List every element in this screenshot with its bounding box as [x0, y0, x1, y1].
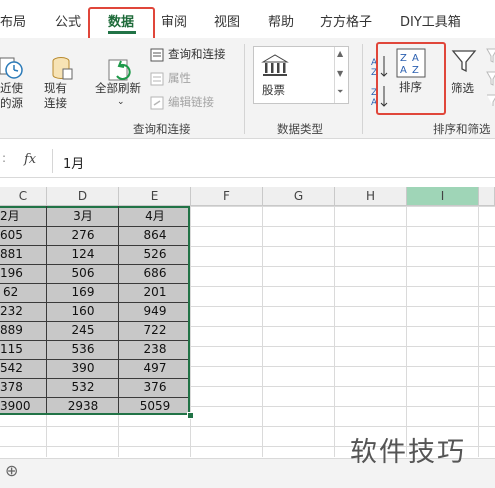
table-cell[interactable]: 378 — [0, 378, 30, 397]
formula-bar: : fx 1月 — [0, 147, 495, 178]
table-cell-total[interactable]: 3900 — [0, 397, 40, 416]
recent-sources-label-1: 近使 — [0, 81, 23, 95]
tab-fangfang[interactable]: 方方格子 — [320, 0, 372, 38]
table-cell-total[interactable]: 5059 — [119, 397, 191, 416]
database-icon — [52, 57, 73, 80]
column-header-next[interactable] — [479, 187, 495, 206]
table-cell[interactable]: 506 — [47, 264, 119, 283]
chevron-down-icon: ⌄ — [117, 97, 125, 107]
table-cell[interactable]: 722 — [119, 321, 191, 340]
link-icon — [150, 96, 164, 110]
group-label-queries: 查询和连接 — [133, 122, 191, 136]
column-header-f[interactable]: F — [191, 187, 263, 206]
column-header-d[interactable]: D — [47, 187, 119, 206]
refresh-all-label: 全部刷新 — [95, 81, 141, 95]
edit-links-button[interactable]: 编辑链接 — [150, 95, 230, 111]
table-cell[interactable]: 201 — [119, 283, 191, 302]
table-cell[interactable]: 686 — [119, 264, 191, 283]
tab-formulas[interactable]: 公式 — [55, 0, 81, 38]
queries-connections-label: 查询和连接 — [168, 47, 226, 61]
formula-value: 1月 — [63, 157, 85, 172]
scroll-up-icon: ▲ — [337, 49, 344, 58]
table-cell[interactable]: 864 — [119, 226, 191, 245]
table-cell[interactable]: 497 — [119, 359, 191, 378]
add-sheet-icon[interactable]: ⊕ — [5, 461, 18, 480]
recent-sources-button[interactable]: 近使 的源 — [0, 56, 28, 114]
refresh-icon — [108, 59, 131, 81]
table-cell[interactable]: 536 — [47, 340, 119, 359]
column-header-c[interactable]: C — [0, 187, 47, 206]
table-cell[interactable]: 532 — [47, 378, 119, 397]
data-types-gallery[interactable]: 股票 ▲ ▼ ⏷ — [253, 46, 349, 104]
funnel-icon — [451, 50, 477, 73]
queries-connections-button[interactable]: 查询和连接 — [150, 47, 235, 63]
table-cell[interactable]: 196 — [0, 264, 30, 283]
formula-input[interactable]: 1月 — [52, 149, 495, 173]
table-cell[interactable]: 881 — [0, 245, 30, 264]
table-cell[interactable]: 376 — [119, 378, 191, 397]
table-cell[interactable]: 245 — [47, 321, 119, 340]
table-cell-total[interactable]: 2938 — [47, 397, 119, 416]
bank-icon — [261, 54, 289, 76]
group-separator — [244, 44, 245, 134]
group-label-data-types: 数据类型 — [277, 122, 323, 136]
table-cell[interactable]: 390 — [47, 359, 119, 378]
insert-function-icon[interactable]: fx — [24, 152, 36, 167]
clear-filter-icon[interactable] — [485, 46, 495, 106]
header-cell-d[interactable]: 3月 — [47, 207, 119, 226]
expand-gallery-icon: ⏷ — [337, 87, 344, 96]
formula-bar-left-edge: : — [2, 151, 7, 165]
header-cell-e[interactable]: 4月 — [119, 207, 191, 226]
column-header-i[interactable]: I — [407, 187, 479, 206]
group-separator-2 — [362, 44, 363, 134]
tab-view[interactable]: 视图 — [214, 0, 240, 38]
tab-layout[interactable]: 布局 — [0, 0, 26, 38]
table-cell[interactable]: 160 — [47, 302, 119, 321]
column-header-h[interactable]: H — [335, 187, 407, 206]
tab-help[interactable]: 帮助 — [268, 0, 294, 38]
table-cell[interactable]: 542 — [0, 359, 30, 378]
properties-label: 属性 — [168, 71, 191, 85]
tab-review[interactable]: 审阅 — [161, 0, 187, 38]
table-cell[interactable]: 949 — [119, 302, 191, 321]
properties-button[interactable]: 属性 — [150, 71, 210, 87]
refresh-all-button[interactable]: 全部刷新 ⌄ — [95, 56, 147, 114]
existing-connections-button[interactable]: 现有 连接 — [42, 56, 76, 114]
table-cell[interactable]: 232 — [0, 302, 30, 321]
filter-label: 筛选 — [451, 81, 474, 95]
stocks-label: 股票 — [262, 83, 285, 97]
table-cell[interactable]: 526 — [119, 245, 191, 264]
properties-icon — [150, 72, 164, 86]
table-cell[interactable]: 889 — [0, 321, 30, 340]
existing-connections-label-1: 现有 — [44, 81, 67, 95]
existing-connections-label-2: 连接 — [44, 96, 67, 110]
recent-sources-label-2: 的源 — [0, 96, 23, 110]
table-cell[interactable]: 238 — [119, 340, 191, 359]
filter-button[interactable]: 筛选 — [447, 48, 483, 106]
table-cell[interactable]: 169 — [47, 283, 119, 302]
scroll-down-icon: ▼ — [337, 69, 344, 78]
table-cell[interactable]: 124 — [47, 245, 119, 264]
sort-highlight — [376, 42, 446, 115]
clock-table-icon — [0, 57, 23, 79]
tab-diy-toolbox[interactable]: DIY工具箱 — [400, 0, 461, 38]
header-cell-c[interactable]: 2月 — [0, 207, 22, 226]
queries-icon — [150, 48, 164, 62]
gallery-scroll[interactable]: ▲ ▼ ⏷ — [334, 47, 348, 103]
ribbon-tab-bar: 布局 公式 数据 审阅 视图 帮助 方方格子 DIY工具箱 — [0, 0, 495, 38]
table-cell[interactable]: 62 — [0, 283, 30, 302]
watermark: 软件技巧 — [350, 437, 466, 468]
column-header-e[interactable]: E — [119, 187, 191, 206]
table-cell[interactable]: 276 — [47, 226, 119, 245]
table-cell[interactable]: 115 — [0, 340, 30, 359]
table-cell[interactable]: 605 — [0, 226, 30, 245]
column-header-g[interactable]: G — [263, 187, 335, 206]
edit-links-label: 编辑链接 — [168, 95, 214, 109]
group-label-sort-filter: 排序和筛选 — [433, 122, 491, 136]
